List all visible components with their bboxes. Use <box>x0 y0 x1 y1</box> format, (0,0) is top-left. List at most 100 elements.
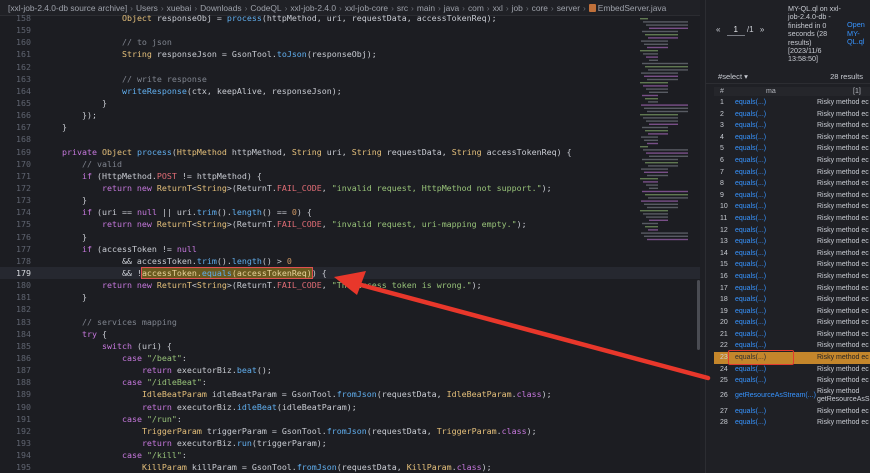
code-line[interactable]: 165 } <box>0 97 700 109</box>
open-query-link[interactable]: Open MY-QL.ql <box>847 20 870 47</box>
minimap[interactable] <box>640 18 700 248</box>
code-line[interactable]: 161 String responseJson = GsonTool.toJso… <box>0 48 700 60</box>
result-row[interactable]: 25 equals(...) Risky method ec <box>714 375 870 387</box>
code-text[interactable]: case "/run": <box>62 413 182 425</box>
code-line[interactable]: 158 Object responseObj = process(httpMet… <box>0 12 700 24</box>
result-row[interactable]: 26 getResourceAsStream(...) Risky method ge… <box>714 387 870 406</box>
result-location-link[interactable]: equals(...) <box>735 294 766 306</box>
result-row[interactable]: 13 equals(...) Risky method ec <box>714 236 870 248</box>
code-line[interactable]: 170 // valid <box>0 158 700 170</box>
code-text[interactable]: if (HttpMethod.POST != httpMethod) { <box>62 170 262 182</box>
code-line[interactable]: 171 if (HttpMethod.POST != httpMethod) { <box>0 170 700 182</box>
result-row[interactable]: 7 equals(...) Risky method ec <box>714 167 870 179</box>
result-row[interactable]: 15 equals(...) Risky method ec <box>714 259 870 271</box>
column-header-ma[interactable]: ma <box>766 87 776 96</box>
result-row[interactable]: 4 equals(...) Risky method ec <box>714 132 870 144</box>
result-location-link[interactable]: equals(...) <box>735 306 766 318</box>
code-line[interactable]: 164 writeResponse(ctx, keepAlive, respon… <box>0 85 700 97</box>
result-location-link[interactable]: equals(...) <box>735 375 766 387</box>
result-location-link[interactable]: equals(...) <box>735 417 766 429</box>
code-line[interactable]: 189 IdleBeatParam idleBeatParam = GsonTo… <box>0 388 700 400</box>
code-line[interactable]: 166 }); <box>0 109 700 121</box>
result-row[interactable]: 11 equals(...) Risky method ec <box>714 213 870 225</box>
code-text[interactable]: } <box>62 194 87 206</box>
code-text[interactable]: }); <box>62 109 97 121</box>
code-line[interactable]: 162 <box>0 61 700 73</box>
result-location-link[interactable]: equals(...) <box>735 97 766 109</box>
code-text[interactable]: } <box>62 121 67 133</box>
result-location-link[interactable]: equals(...) <box>735 120 766 132</box>
code-text[interactable]: case "/idleBeat": <box>62 376 207 388</box>
code-text[interactable]: && !accessToken.equals(accessTokenReq)) … <box>62 266 327 279</box>
result-location-link[interactable]: equals(...) <box>735 406 766 418</box>
code-line[interactable]: 183 // services mapping <box>0 316 700 328</box>
code-text[interactable]: return new ReturnT<String>(ReturnT.FAIL_… <box>62 279 482 291</box>
code-lines[interactable]: 158 Object responseObj = process(httpMet… <box>0 12 700 473</box>
code-line[interactable]: 173 } <box>0 194 700 206</box>
code-text[interactable]: } <box>62 231 87 243</box>
code-text[interactable]: } <box>62 291 87 303</box>
code-line[interactable]: 184 try { <box>0 328 700 340</box>
code-line[interactable]: 186 case "/beat": <box>0 352 700 364</box>
code-line[interactable]: 174 if (uri == null || uri.trim().length… <box>0 206 700 218</box>
code-text[interactable]: case "/beat": <box>62 352 187 364</box>
code-text[interactable]: writeResponse(ctx, keepAlive, responseJs… <box>62 85 342 97</box>
next-page-button[interactable]: » <box>760 25 764 34</box>
code-text[interactable]: Object responseObj = process(httpMethod,… <box>62 12 497 24</box>
result-location-link[interactable]: equals(...) <box>735 132 766 144</box>
result-row[interactable]: 14 equals(...) Risky method ec <box>714 248 870 260</box>
code-line[interactable]: 180 return new ReturnT<String>(ReturnT.F… <box>0 279 700 291</box>
code-line[interactable]: 192 TriggerParam triggerParam = GsonTool… <box>0 425 700 437</box>
code-line[interactable]: 160 // to json <box>0 36 700 48</box>
result-set-select[interactable]: #select ▾ <box>718 70 748 84</box>
result-location-link[interactable]: equals(...) <box>735 259 766 271</box>
result-row[interactable]: 10 equals(...) Risky method ec <box>714 201 870 213</box>
code-line[interactable]: 167} <box>0 121 700 133</box>
code-editor[interactable]: [xxl-job-2.4.0-db source archive] › Users ›… <box>0 0 700 473</box>
result-row[interactable]: 27 equals(...) Risky method ec <box>714 406 870 418</box>
result-location-link[interactable]: equals(...) <box>735 248 766 260</box>
code-line[interactable]: 168 <box>0 133 700 145</box>
prev-page-button[interactable]: « <box>716 25 720 34</box>
column-header-index[interactable]: # <box>720 87 724 96</box>
code-text[interactable]: KillParam killParam = GsonTool.fromJson(… <box>62 461 492 473</box>
result-row[interactable]: 28 equals(...) Risky method ec <box>714 417 870 429</box>
column-header-1[interactable]: [1] <box>853 87 861 96</box>
result-row[interactable]: 24 equals(...) Risky method ec <box>714 364 870 376</box>
code-line[interactable]: 177 if (accessToken != null <box>0 243 700 255</box>
code-text[interactable]: private Object process(HttpMethod httpMe… <box>62 146 572 158</box>
code-text[interactable]: switch (uri) { <box>62 340 172 352</box>
result-row[interactable]: 12 equals(...) Risky method ec <box>714 225 870 237</box>
code-text[interactable]: IdleBeatParam idleBeatParam = GsonTool.f… <box>62 388 552 400</box>
code-text[interactable]: TriggerParam triggerParam = GsonTool.fro… <box>62 425 537 437</box>
code-text[interactable]: return executorBiz.idleBeat(idleBeatPara… <box>62 401 357 413</box>
result-location-link[interactable]: equals(...) <box>735 225 766 237</box>
code-line[interactable]: 193 return executorBiz.run(triggerParam)… <box>0 437 700 449</box>
result-location-link[interactable]: equals(...) <box>735 317 766 329</box>
result-row[interactable]: 16 equals(...) Risky method ec <box>714 271 870 283</box>
code-line[interactable]: 176 } <box>0 231 700 243</box>
result-row[interactable]: 19 equals(...) Risky method ec <box>714 306 870 318</box>
result-location-link[interactable]: equals(...) <box>735 201 766 213</box>
result-location-link[interactable]: equals(...) <box>735 155 766 167</box>
code-line[interactable]: 172 return new ReturnT<String>(ReturnT.F… <box>0 182 700 194</box>
code-line[interactable]: 163 // write response <box>0 73 700 85</box>
code-line[interactable]: 181 } <box>0 291 700 303</box>
result-location-link[interactable]: equals(...) <box>735 213 766 225</box>
result-row[interactable]: 20 equals(...) Risky method ec <box>714 317 870 329</box>
result-location-link[interactable]: equals(...) <box>735 190 766 202</box>
code-text[interactable]: String responseJson = GsonTool.toJson(re… <box>62 48 377 60</box>
code-text[interactable]: // to json <box>62 36 172 48</box>
code-line[interactable]: 175 return new ReturnT<String>(ReturnT.F… <box>0 218 700 230</box>
result-row[interactable]: 8 equals(...) Risky method ec <box>714 178 870 190</box>
code-line[interactable]: 190 return executorBiz.idleBeat(idleBeat… <box>0 401 700 413</box>
editor-scrollbar[interactable] <box>697 280 700 350</box>
code-text[interactable]: try { <box>62 328 107 340</box>
code-text[interactable]: return new ReturnT<String>(ReturnT.FAIL_… <box>62 218 527 230</box>
result-row[interactable]: 18 equals(...) Risky method ec <box>714 294 870 306</box>
result-row[interactable]: 6 equals(...) Risky method ec <box>714 155 870 167</box>
result-row[interactable]: 9 equals(...) Risky method ec <box>714 190 870 202</box>
result-location-link[interactable]: equals(...) <box>735 271 766 283</box>
code-line[interactable]: 159 <box>0 24 700 36</box>
code-text[interactable]: if (accessToken != null <box>62 243 197 255</box>
